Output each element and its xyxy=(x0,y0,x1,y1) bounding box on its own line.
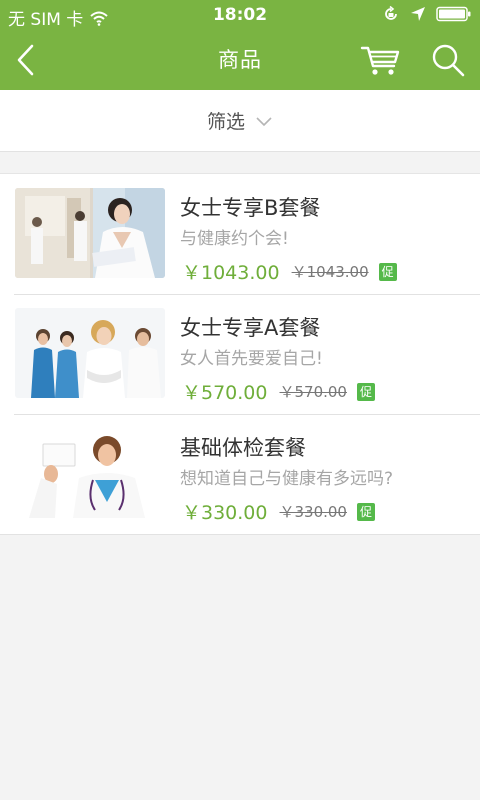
cart-icon xyxy=(360,46,400,75)
search-button[interactable] xyxy=(430,42,466,78)
chevron-down-icon xyxy=(256,116,272,126)
price-row: ￥330.00 ￥330.00 促 xyxy=(182,498,375,525)
status-bar: 无 SIM 卡 18:02 xyxy=(0,0,480,30)
product-title: 女士专享B套餐 xyxy=(180,196,321,220)
product-item[interactable]: 基础体检套餐 想知道自己与健康有多远吗? ￥330.00 ￥330.00 促 xyxy=(0,414,480,534)
product-title: 基础体检套餐 xyxy=(180,436,306,460)
product-subtitle: 女人首先要爱自己! xyxy=(180,349,323,369)
orientation-lock-icon xyxy=(385,5,397,20)
original-price: ￥1043.00 xyxy=(291,263,369,281)
promo-badge: 促 xyxy=(356,502,375,521)
page-title: 商品 xyxy=(218,48,262,72)
promo-badge: 促 xyxy=(356,382,375,401)
product-list: 女士专享B套餐 与健康约个会! ￥1043.00 ￥1043.00 促 女士专享… xyxy=(0,173,480,535)
product-image-medical-team xyxy=(15,308,165,398)
product-subtitle: 与健康约个会! xyxy=(180,229,289,249)
price-row: ￥570.00 ￥570.00 促 xyxy=(182,378,375,405)
original-price: ￥330.00 xyxy=(279,503,347,521)
price-row: ￥1043.00 ￥1043.00 促 xyxy=(182,258,397,285)
product-subtitle: 想知道自己与健康有多远吗? xyxy=(180,469,394,489)
filter-dropdown[interactable]: 筛选 xyxy=(0,90,480,152)
status-right xyxy=(382,5,472,23)
current-price: ￥570.00 xyxy=(182,382,268,404)
product-item[interactable]: 女士专享A套餐 女人首先要爱自己! ￥570.00 ￥570.00 促 xyxy=(0,294,480,414)
battery-icon xyxy=(436,6,471,22)
location-arrow-icon xyxy=(411,7,425,21)
promo-badge: 促 xyxy=(378,262,397,281)
product-title: 女士专享A套餐 xyxy=(180,316,321,340)
search-icon xyxy=(432,44,465,77)
current-price: ￥330.00 xyxy=(182,502,268,524)
app-bar: 商品 xyxy=(0,30,480,90)
current-price: ￥1043.00 xyxy=(182,262,280,284)
cart-button[interactable] xyxy=(360,42,402,78)
filter-label: 筛选 xyxy=(206,111,245,133)
product-image-doctor-card xyxy=(15,428,165,518)
product-image-doctor-clinic xyxy=(15,188,165,278)
product-item[interactable]: 女士专享B套餐 与健康约个会! ￥1043.00 ￥1043.00 促 xyxy=(0,174,480,294)
original-price: ￥570.00 xyxy=(279,383,347,401)
